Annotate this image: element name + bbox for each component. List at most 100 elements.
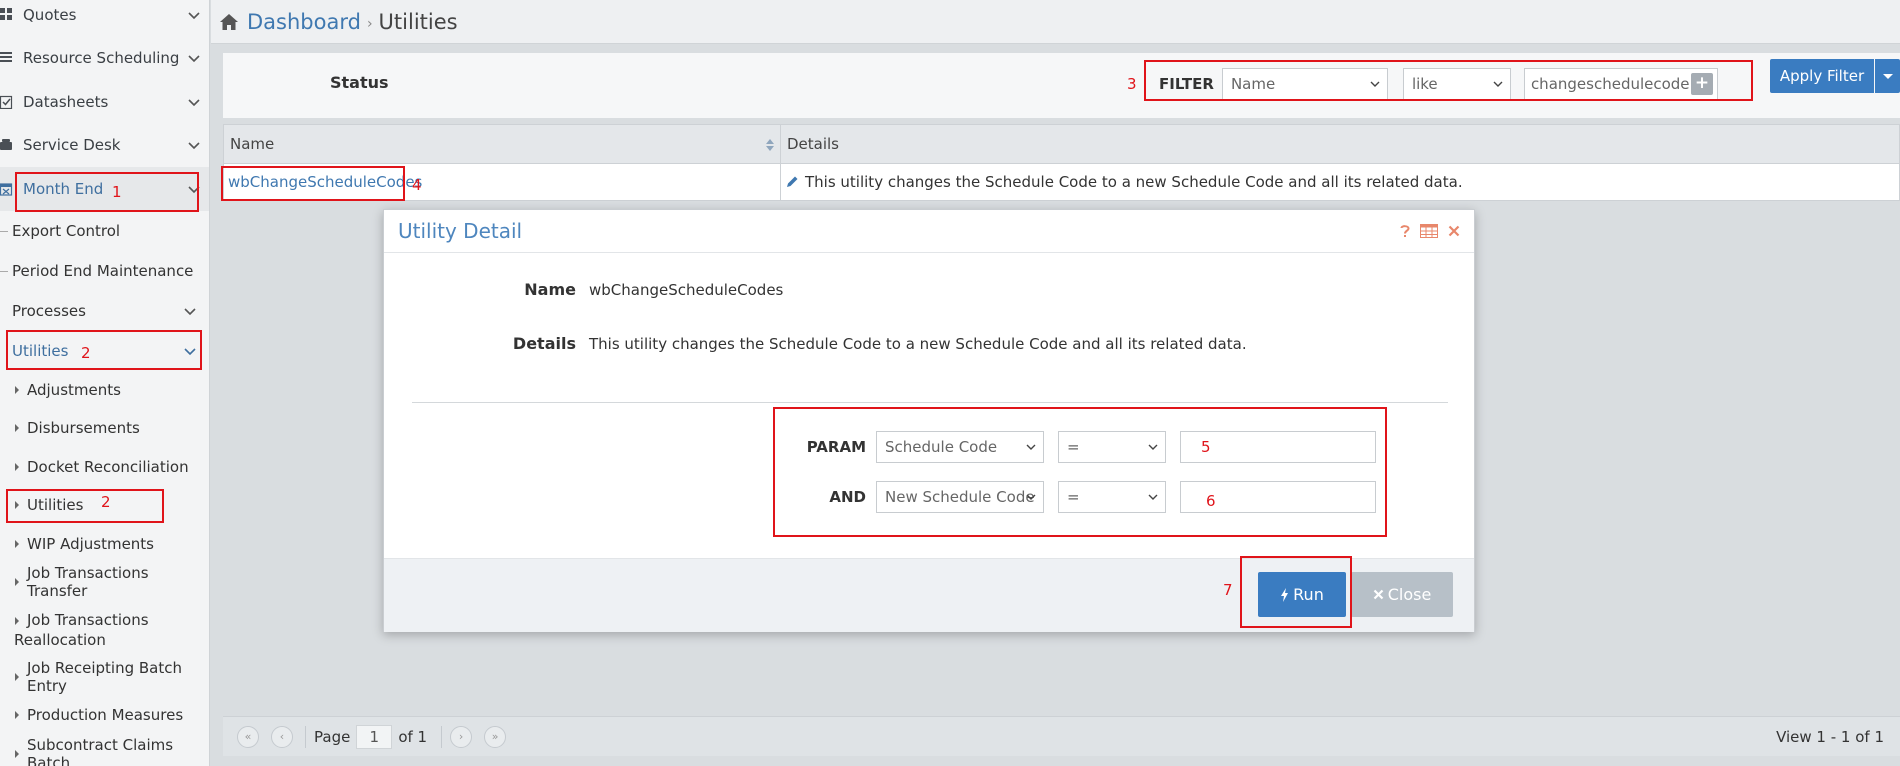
grid-icon <box>0 7 13 22</box>
breadcrumb: Dashboard › Utilities <box>211 0 1900 44</box>
sidebar-item-adjustments[interactable]: Adjustments <box>0 371 209 410</box>
sidebar-item-production-measures[interactable]: Production Measures <box>0 696 209 735</box>
annotation-box-run <box>1240 556 1352 628</box>
caret-right-icon <box>15 672 19 681</box>
sidebar-item-job-transactions-transfer[interactable]: Job Transactions Transfer <box>0 563 209 602</box>
detail-details-row: Details This utility changes the Schedul… <box>384 334 1247 353</box>
last-page-icon[interactable]: » <box>484 725 507 748</box>
tree-connector <box>0 270 8 272</box>
sort-icon <box>766 139 774 151</box>
details-value: This utility changes the Schedule Code t… <box>589 334 1247 353</box>
sidebar-item-label: Subcontract Claims Batch <box>27 735 174 766</box>
caret-right-icon <box>15 578 19 587</box>
sidebar-item-label: Datasheets <box>23 92 109 111</box>
sidebar-item-datasheets[interactable]: Datasheets <box>0 80 209 124</box>
caret-right-icon <box>15 424 19 433</box>
breadcrumb-separator: › <box>366 15 373 32</box>
dialog-title: Utility Detail <box>398 219 523 243</box>
page-number-input[interactable]: 1 <box>356 724 393 749</box>
name-label: Name <box>524 280 576 299</box>
caret-right-icon <box>15 462 19 471</box>
close-button[interactable]: Close <box>1351 572 1453 617</box>
apply-filter-button[interactable]: Apply Filter <box>1770 59 1874 93</box>
page-title: Utilities <box>378 9 458 34</box>
sidebar-item-docket-reconciliation[interactable]: Docket Reconciliation <box>0 448 209 487</box>
chevron-down-icon <box>188 55 200 63</box>
utility-details-cell: This utility changes the Schedule Code t… <box>781 164 1899 200</box>
sidebar-item-job-receipting-batch-entry[interactable]: Job Receipting Batch Entry <box>0 658 209 697</box>
sidebar: Quotes Resource Scheduling Datasheets Se… <box>0 0 210 766</box>
sidebar-item-quotes[interactable]: Quotes <box>0 0 209 37</box>
column-header-name[interactable]: Name <box>224 125 781 163</box>
detail-name-row: Name wbChangeScheduleCodes <box>384 280 783 299</box>
sidebar-item-service-desk[interactable]: Service Desk <box>0 124 209 168</box>
tree-connector <box>0 230 8 232</box>
annotation-number: 1 <box>112 183 122 201</box>
caret-right-icon <box>15 539 19 548</box>
sidebar-item-processes[interactable]: Processes <box>0 291 209 331</box>
first-page-icon[interactable]: « <box>237 725 259 748</box>
dialog-header: Utility Detail <box>384 210 1474 253</box>
caret-right-icon <box>15 749 19 758</box>
annotation-number: 5 <box>1201 438 1211 456</box>
sidebar-item-label: Quotes <box>23 5 77 24</box>
page-count-label: of 1 <box>398 727 428 746</box>
table-row[interactable]: wbChangeScheduleCodes This utility chang… <box>223 164 1900 201</box>
annotation-number: 3 <box>1127 75 1137 93</box>
sidebar-item-disbursements[interactable]: Disbursements <box>0 409 209 448</box>
previous-page-icon[interactable]: ‹ <box>271 725 293 748</box>
sidebar-item-label: Adjustments <box>27 380 121 399</box>
sidebar-item-label: Production Measures <box>27 706 184 725</box>
sidebar-item-label: WIP Adjustments <box>27 534 155 553</box>
annotation-number: 2 <box>101 493 111 511</box>
annotation-number: 6 <box>1206 492 1216 510</box>
checklist-icon <box>0 95 13 109</box>
utility-details-text: This utility changes the Schedule Code t… <box>805 173 1463 191</box>
annotation-box-utility-row <box>221 166 405 201</box>
chevron-down-icon <box>188 142 200 150</box>
page-label: Page <box>314 727 351 746</box>
home-icon[interactable] <box>219 13 239 31</box>
chevron-down-icon <box>188 99 200 106</box>
sidebar-item-resource-scheduling[interactable]: Resource Scheduling <box>0 37 209 81</box>
sidebar-item-label: Period End Maintenance <box>12 261 194 280</box>
name-value: wbChangeScheduleCodes <box>589 280 784 299</box>
sidebar-item-job-transactions-reallocation[interactable]: Job Transactions Reallocation <box>0 602 209 658</box>
pencil-icon[interactable] <box>785 175 799 189</box>
sidebar-item-label: Job Transactions Transfer <box>27 564 149 601</box>
pager: « ‹ Page 1 of 1 › » View 1 - 1 of 1 <box>223 716 1900 756</box>
caret-right-icon <box>15 616 19 625</box>
details-label: Details <box>512 334 576 353</box>
apply-filter-dropdown-button[interactable] <box>1875 59 1900 93</box>
close-icon <box>1373 589 1383 600</box>
annotation-box-month-end <box>15 172 199 212</box>
status-label: Status <box>330 73 389 92</box>
annotation-number: 4 <box>412 176 422 194</box>
dialog-tools <box>1400 224 1460 238</box>
utilities-grid: Name Details wbChangeScheduleCodes This … <box>223 124 1900 201</box>
pager-divider <box>441 725 443 748</box>
column-header-details[interactable]: Details <box>781 125 1899 163</box>
next-page-icon[interactable]: › <box>450 725 473 748</box>
sidebar-item-wip-adjustments[interactable]: WIP Adjustments <box>0 525 209 564</box>
table-icon[interactable] <box>1420 224 1438 238</box>
breadcrumb-dashboard-link[interactable]: Dashboard <box>247 10 361 34</box>
annotation-box-utilities-item <box>6 489 164 523</box>
close-icon[interactable] <box>1448 225 1460 237</box>
chevron-down-icon <box>184 307 196 315</box>
annotation-number: 7 <box>1223 581 1233 599</box>
sidebar-item-label: Processes <box>12 301 86 320</box>
list-icon <box>0 51 13 65</box>
column-header-label: Details <box>787 135 840 153</box>
caret-right-icon <box>15 385 19 394</box>
annotation-box-params <box>773 407 1387 537</box>
sidebar-item-label: Job Receipting Batch Entry <box>27 658 182 695</box>
sidebar-item-period-end-maintenance[interactable]: Period End Maintenance <box>0 251 209 291</box>
annotation-number: 2 <box>81 344 91 362</box>
sidebar-item-export-control[interactable]: Export Control <box>0 211 209 251</box>
sidebar-item-subcontract-claims-batch[interactable]: Subcontract Claims Batch <box>0 735 209 766</box>
view-count-label: View 1 - 1 of 1 <box>1776 727 1884 746</box>
help-icon[interactable] <box>1400 224 1410 238</box>
sidebar-item-label: Disbursements <box>27 419 140 438</box>
annotation-box-utilities-group <box>6 330 202 370</box>
